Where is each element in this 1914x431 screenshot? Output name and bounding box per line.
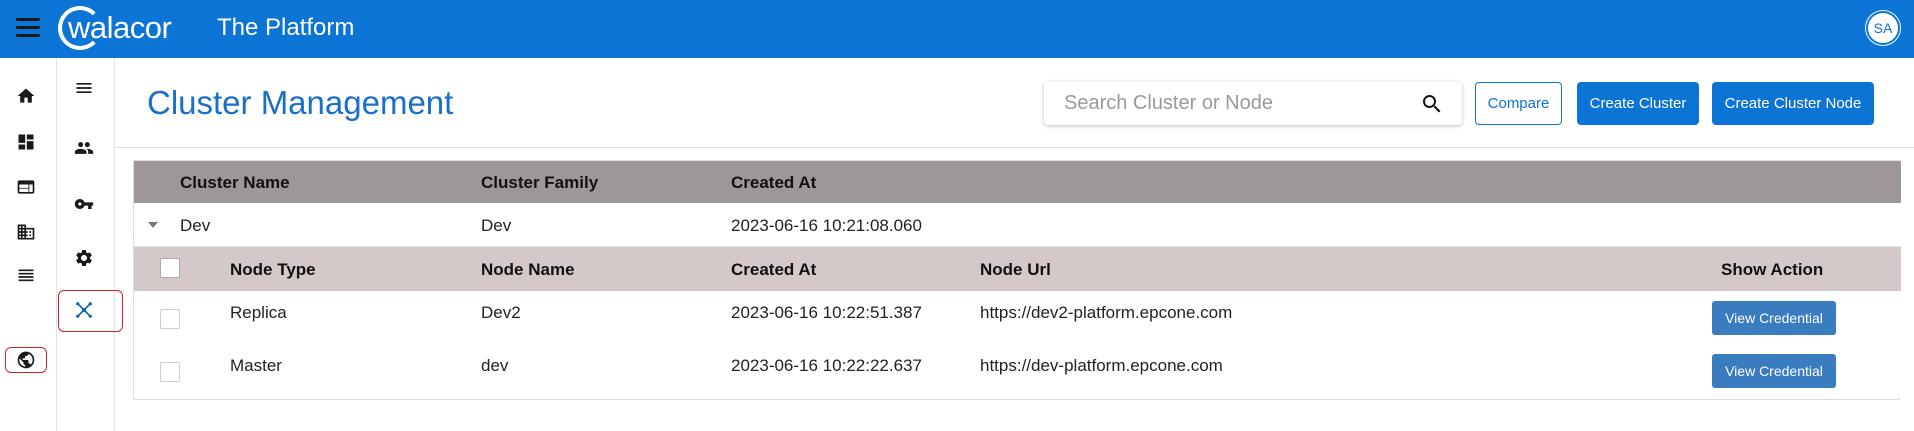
gear-icon[interactable] — [72, 246, 96, 270]
node-url: https://dev-platform.epcone.com — [980, 356, 1223, 375]
node-table-header: Node Type Node Name Created At Node Url … — [134, 247, 1901, 291]
search-box — [1044, 82, 1462, 125]
key-icon[interactable] — [72, 192, 96, 216]
list-icon[interactable] — [14, 265, 38, 289]
secondary-sidebar — [57, 58, 123, 431]
row-checkbox[interactable] — [160, 309, 180, 329]
people-icon[interactable] — [72, 136, 96, 160]
node-type: Master — [230, 356, 282, 375]
node-created-at: 2023-06-16 10:22:51.387 — [731, 303, 922, 322]
column-header-node-name[interactable]: Node Name — [481, 260, 575, 280]
app-title: The Platform — [217, 14, 355, 41]
search-icon[interactable] — [1420, 92, 1444, 116]
logo-text: walacor — [68, 10, 172, 45]
compare-button[interactable]: Compare — [1475, 82, 1562, 125]
column-header-node-type[interactable]: Node Type — [230, 260, 316, 280]
column-header-created-at[interactable]: Created At — [731, 173, 816, 193]
node-name: Dev2 — [481, 303, 521, 322]
home-icon[interactable] — [14, 84, 38, 108]
node-row: Master dev 2023-06-16 10:22:22.637 https… — [134, 344, 1901, 397]
primary-sidebar — [0, 58, 57, 431]
cluster-icon[interactable] — [72, 298, 96, 322]
menu-icon[interactable] — [72, 76, 96, 100]
create-cluster-button[interactable]: Create Cluster — [1577, 82, 1699, 125]
select-all-checkbox[interactable] — [160, 258, 180, 278]
node-row: Replica Dev2 2023-06-16 10:22:51.387 htt… — [134, 291, 1901, 344]
column-header-node-created-at[interactable]: Created At — [731, 260, 816, 280]
node-created-at: 2023-06-16 10:22:22.637 — [731, 356, 922, 375]
cluster-name: Dev — [180, 216, 211, 235]
walacor-logo: walacor — [58, 4, 172, 52]
node-type: Replica — [230, 303, 287, 322]
page-title: Cluster Management — [147, 84, 454, 121]
column-header-node-url[interactable]: Node Url — [980, 260, 1051, 280]
row-checkbox[interactable] — [160, 362, 180, 382]
column-header-show-action: Show Action — [1721, 260, 1824, 279]
top-app-bar: walacor The Platform SA — [0, 0, 1914, 58]
collapse-caret-icon[interactable] — [148, 222, 158, 228]
node-name: dev — [481, 356, 509, 375]
create-cluster-node-button[interactable]: Create Cluster Node — [1712, 82, 1874, 125]
node-url: https://dev2-platform.epcone.com — [980, 303, 1233, 322]
user-avatar[interactable]: SA — [1866, 11, 1900, 45]
cluster-created-at: 2023-06-16 10:21:08.060 — [731, 216, 922, 235]
column-header-cluster-name[interactable]: Cluster Name — [180, 173, 290, 193]
cluster-family: Dev — [481, 216, 512, 235]
search-input[interactable] — [1064, 92, 1394, 115]
web-icon[interactable] — [14, 175, 38, 199]
header-divider — [115, 147, 1914, 148]
cluster-table-header: Cluster Name Cluster Family Created At — [134, 161, 1901, 203]
building-icon[interactable] — [14, 220, 38, 244]
cluster-table: Cluster Name Cluster Family Created At D… — [133, 160, 1901, 400]
cluster-row[interactable]: Dev Dev 2023-06-16 10:21:08.060 — [134, 203, 1901, 247]
view-credential-button[interactable]: View Credential — [1712, 354, 1836, 388]
column-header-cluster-family[interactable]: Cluster Family — [481, 173, 598, 193]
view-credential-button[interactable]: View Credential — [1712, 301, 1836, 335]
main-menu-icon[interactable] — [16, 18, 40, 38]
dashboard-icon[interactable] — [14, 130, 38, 154]
globe-icon[interactable] — [14, 348, 38, 372]
